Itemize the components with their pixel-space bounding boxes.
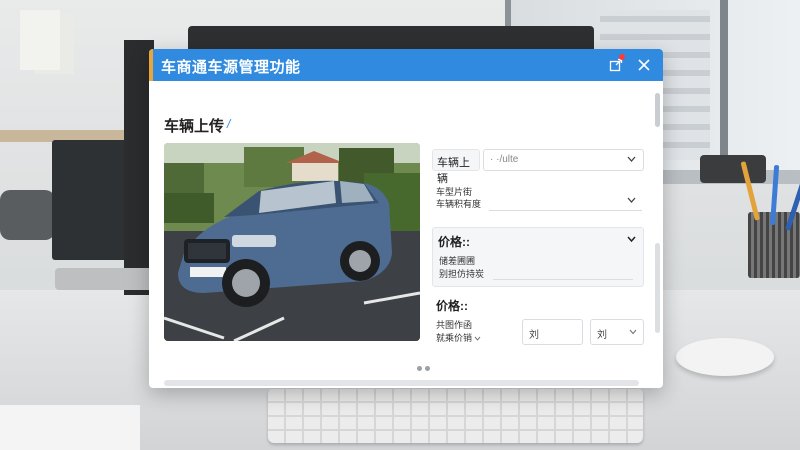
section-title-mark: /: [227, 117, 231, 131]
title-bar: 车商通车源管理功能: [149, 49, 663, 81]
price-unit-value: 刘: [597, 330, 607, 341]
chevron-down-icon: [627, 156, 636, 162]
car-photo: [164, 143, 420, 341]
price-sub-line2: 就乘价销: [436, 333, 473, 343]
mouse: [676, 338, 774, 376]
notebook: [0, 405, 140, 450]
pinned-papers: [20, 10, 60, 70]
model-select[interactable]: [489, 192, 642, 211]
notification-dot: [619, 54, 625, 60]
price-panel-line2: 别担仿持炭: [439, 269, 485, 279]
vehicle-label-box: 车辆上辆: [432, 149, 480, 185]
pagination-dots[interactable]: [417, 366, 430, 371]
model-label-line1: 车型片街: [436, 187, 473, 197]
vertical-scrollbar[interactable]: [653, 93, 661, 373]
window-mullion: [720, 0, 728, 175]
price-sub-line1: 共图作函: [436, 320, 473, 330]
section-title: 车辆上传: [164, 118, 225, 135]
price-unit-select[interactable]: 刘: [590, 319, 644, 345]
vehicle-management-dialog: 车商通车源管理功能 车辆上传 / 车辆上辆 · ·/ulte 车型片街 车辆积有…: [149, 49, 663, 388]
price-panel: 价格:: 储差圃圃 别担仿持炭: [432, 227, 644, 287]
export-button[interactable]: [606, 54, 626, 75]
keyboard: [268, 388, 643, 443]
vehicle-label: 车辆上辆: [437, 157, 470, 185]
scroll-thumb[interactable]: [655, 93, 660, 127]
close-button[interactable]: [634, 55, 654, 75]
speaker: [700, 155, 766, 183]
close-icon: [638, 59, 650, 71]
price-panel-line1: 储差圃圃: [439, 256, 476, 266]
export-icon: [609, 58, 623, 72]
price-label: 价格::: [436, 299, 468, 313]
vehicle-select-value: · ·/ulte: [490, 154, 519, 165]
chevron-down-icon: [629, 329, 637, 335]
price-input[interactable]: 刘: [522, 319, 583, 345]
horizontal-scrollbar[interactable]: [164, 380, 639, 386]
price-panel-label: 价格::: [438, 235, 470, 249]
monitor-far: [52, 140, 127, 260]
bag: [0, 190, 55, 240]
pager-dot[interactable]: [425, 366, 430, 371]
vehicle-select[interactable]: · ·/ulte: [483, 149, 644, 171]
chevron-down-icon[interactable]: [627, 236, 636, 243]
pager-dot[interactable]: [417, 366, 422, 371]
scroll-track-highlight: [655, 243, 660, 333]
price-input-value: 刘: [529, 330, 539, 341]
model-label-line2: 车辆积有度: [436, 199, 482, 209]
chevron-down-icon: [627, 197, 636, 203]
window-title: 车商通车源管理功能: [161, 59, 301, 76]
price-panel-underline: [493, 279, 633, 280]
chevron-down-icon[interactable]: [474, 336, 481, 341]
title-accent: [149, 49, 153, 81]
